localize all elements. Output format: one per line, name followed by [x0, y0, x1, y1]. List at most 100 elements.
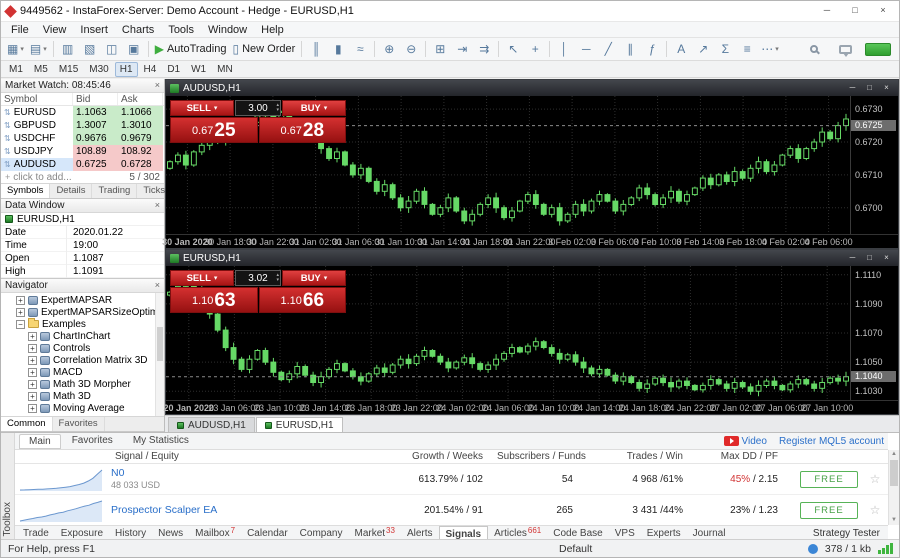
sell-button[interactable]: SELL▾ — [170, 270, 234, 286]
menu-charts[interactable]: Charts — [115, 24, 161, 36]
close-icon[interactable]: × — [155, 281, 160, 290]
buy-button[interactable]: BUY▾ — [282, 270, 346, 286]
new-order-button[interactable]: ▯New Order — [230, 39, 297, 59]
timeframe-d1[interactable]: D1 — [162, 62, 185, 77]
profiles-button[interactable]: ▤▾ — [28, 39, 49, 59]
volume-spinner[interactable]: ▴▾ — [276, 101, 279, 115]
chart-maximize-button[interactable]: □ — [862, 252, 877, 264]
navigator-item-math-3d[interactable]: +Math 3D — [1, 390, 164, 402]
menu-file[interactable]: File — [4, 24, 36, 36]
market-watch-row-audusd[interactable]: ⇅AUDUSD0.67250.6728 — [1, 158, 164, 171]
buy-price[interactable]: 1.1066 — [259, 287, 347, 313]
trendline-button[interactable]: ╱ — [598, 39, 618, 59]
buy-price[interactable]: 0.6728 — [259, 117, 347, 143]
autotrading-button[interactable]: ▶AutoTrading — [153, 39, 229, 59]
close-button[interactable]: × — [869, 2, 897, 20]
register-mql5-link[interactable]: Register MQL5 account — [779, 436, 884, 447]
more-tools-button[interactable]: ⋯▾ — [759, 39, 781, 59]
status-profile[interactable]: Default — [559, 543, 592, 555]
timeframe-mn[interactable]: MN — [212, 62, 238, 77]
time-axis[interactable]: 30 Jan 202030 Jan 18:0030 Jan 22:0031 Ja… — [166, 234, 898, 248]
close-icon[interactable]: × — [155, 201, 160, 210]
chart-shift-button[interactable]: ⇉ — [474, 39, 494, 59]
navigator-item-expertmapsar[interactable]: +ExpertMAPSAR — [1, 294, 164, 306]
tile-windows-button[interactable]: ⊞ — [430, 39, 450, 59]
fibonacci-button[interactable]: ƒ — [642, 39, 662, 59]
navigator-item-controls[interactable]: +Controls — [1, 342, 164, 354]
timeframe-m30[interactable]: M30 — [84, 62, 113, 77]
minimize-button[interactable]: ─ — [813, 2, 841, 20]
favorite-star-icon[interactable]: ☆ — [862, 503, 888, 517]
free-button[interactable]: FREE — [800, 502, 858, 519]
navigator-item-chartinchart[interactable]: +ChartInChart — [1, 330, 164, 342]
signals-scrollbar[interactable]: ▲ ▼ — [888, 450, 899, 525]
data-window-button[interactable]: ▧ — [80, 39, 100, 59]
chart-close-button[interactable]: × — [879, 252, 894, 264]
free-button[interactable]: FREE — [800, 471, 858, 488]
scroll-up-icon[interactable]: ▲ — [889, 450, 899, 459]
equidistant-channel-button[interactable]: ∥ — [620, 39, 640, 59]
favorite-star-icon[interactable]: ☆ — [862, 472, 888, 486]
signal-row-n0[interactable]: N048 033 USD613.79% / 102544 968 /61%45%… — [15, 464, 888, 495]
price-axis[interactable]: 1.10301.10501.10701.10901.11101.1040 — [850, 266, 898, 400]
chart-plot-area[interactable]: SELL▾3.02▴▾BUY▾1.10631.1066 — [166, 266, 850, 400]
expand-icon[interactable]: + — [28, 356, 37, 365]
chart-minimize-button[interactable]: ─ — [845, 252, 860, 264]
video-link[interactable]: Video — [724, 436, 767, 447]
chart-window-titlebar[interactable]: EURUSD,H1─□× — [166, 250, 898, 266]
signals-column-signal-equity[interactable]: Signal / Equity — [15, 451, 402, 462]
maximize-button[interactable]: □ — [841, 2, 869, 20]
signals-tab-main[interactable]: Main — [19, 434, 61, 449]
navigator-item-moving-average[interactable]: +Moving Average — [1, 402, 164, 414]
sell-button[interactable]: SELL▾ — [170, 100, 234, 116]
chart-plot-area[interactable]: SELL▾3.00▴▾BUY▾ 0.67250.6728 — [166, 96, 850, 234]
market-watch-tab-trading[interactable]: Trading — [92, 184, 137, 198]
new-chart-button[interactable]: ▦▾ — [5, 39, 26, 59]
crosshair-button[interactable]: + — [525, 39, 545, 59]
chart-window-titlebar[interactable]: AUDUSD,H1─□× — [166, 80, 898, 96]
column-header-symbol[interactable]: Symbol — [1, 93, 73, 105]
line-chart-button[interactable]: ≈ — [350, 39, 370, 59]
arrow-object-button[interactable]: ↗ — [693, 39, 713, 59]
signals-column-growth-weeks[interactable]: Growth / Weeks — [402, 451, 497, 462]
signal-name-link[interactable]: Prospector Scalper EA — [111, 504, 217, 516]
toolbox-vertical-tab[interactable]: Toolbox — [1, 433, 15, 541]
timeframe-w1[interactable]: W1 — [186, 62, 211, 77]
column-header-bid[interactable]: Bid — [73, 93, 118, 105]
chart-maximize-button[interactable]: □ — [862, 82, 877, 94]
expand-icon[interactable]: + — [16, 296, 25, 305]
auto-scroll-button[interactable]: ⇥ — [452, 39, 472, 59]
market-watch-row-gbpusd[interactable]: ⇅GBPUSD1.30071.3010 — [1, 119, 164, 132]
expand-icon[interactable]: + — [28, 404, 37, 413]
navigator-item-macd[interactable]: +MACD — [1, 366, 164, 378]
collapse-icon[interactable]: − — [16, 320, 25, 329]
navigator-item-correlation-matrix-3d[interactable]: +Correlation Matrix 3D — [1, 354, 164, 366]
signal-row-prospector-scalper-ea[interactable]: Prospector Scalper EA201.54% / 912653 43… — [15, 495, 888, 525]
navigator-item-expertmapsarsizeoptim[interactable]: +ExpertMAPSARSizeOptim... — [1, 306, 164, 318]
chart-minimize-button[interactable]: ─ — [845, 82, 860, 94]
expand-icon[interactable]: + — [16, 308, 25, 317]
menu-tools[interactable]: Tools — [161, 24, 201, 36]
timeframe-h1[interactable]: H1 — [115, 62, 138, 77]
search-button[interactable] — [804, 39, 824, 59]
sell-price[interactable]: 0.6725 — [170, 117, 258, 143]
menu-window[interactable]: Window — [201, 24, 254, 36]
scrollbar-thumb[interactable] — [890, 460, 898, 486]
menu-insert[interactable]: Insert — [73, 24, 115, 36]
signal-name-link[interactable]: N0 — [111, 467, 160, 479]
buy-button[interactable]: BUY▾ — [282, 100, 346, 116]
timeframe-h4[interactable]: H4 — [139, 62, 162, 77]
timeframe-m15[interactable]: M15 — [54, 62, 83, 77]
zoom-out-button[interactable]: ⊖ — [401, 39, 421, 59]
signals-column-trades-win[interactable]: Trades / Win — [587, 451, 697, 462]
signals-tab-my-statistics[interactable]: My Statistics — [124, 434, 198, 449]
market-watch-button[interactable]: ▥ — [58, 39, 78, 59]
community-button[interactable] — [835, 39, 855, 59]
volume-input[interactable]: 3.02▴▾ — [235, 270, 281, 286]
volume-input[interactable]: 3.00▴▾ — [235, 100, 281, 116]
market-watch-tab-details[interactable]: Details — [50, 184, 92, 198]
expand-icon[interactable]: + — [28, 332, 37, 341]
navigator-scrollbar[interactable] — [155, 293, 164, 416]
time-axis[interactable]: 20 Jan 202023 Jan 06:0023 Jan 10:0023 Ja… — [166, 400, 898, 414]
timeframe-m1[interactable]: M1 — [4, 62, 28, 77]
